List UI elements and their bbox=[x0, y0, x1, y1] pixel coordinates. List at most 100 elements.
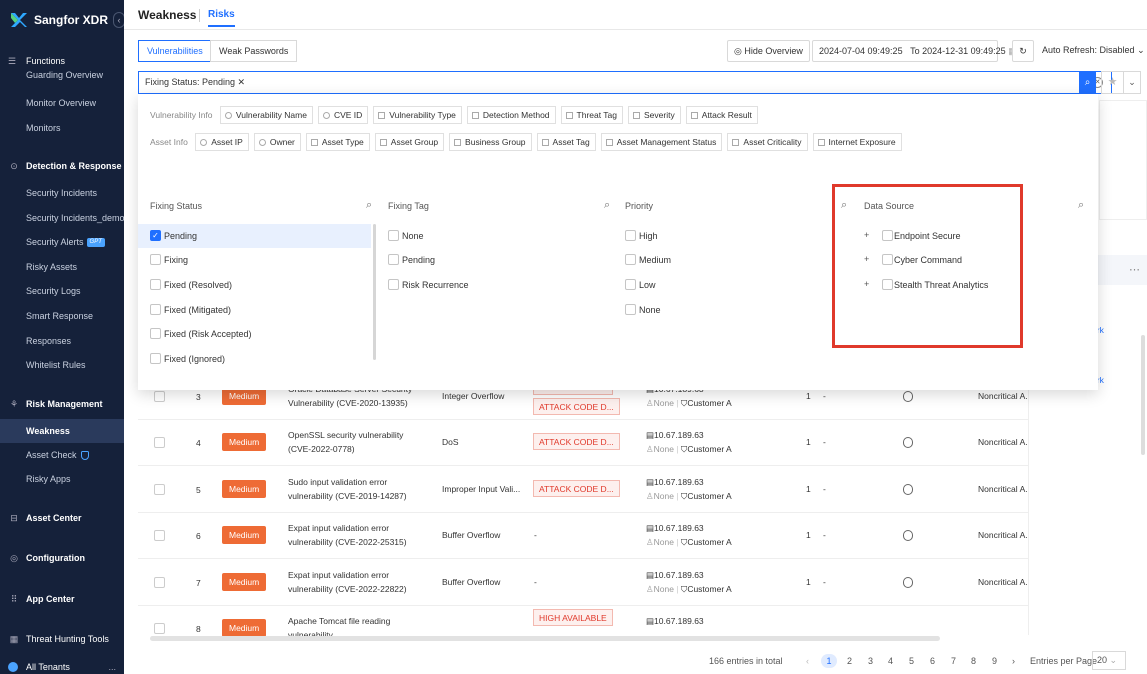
table-row[interactable]: 7 Medium Expat input validation error vuln… bbox=[138, 560, 1138, 606]
row-checkbox[interactable] bbox=[154, 530, 165, 541]
filter-detection-method[interactable]: Detection Method bbox=[466, 106, 556, 124]
search-icon[interactable]: ⌕ bbox=[841, 199, 847, 212]
option-priority-none[interactable]: None bbox=[613, 298, 661, 322]
filter-asset-criticality[interactable]: Asset Criticality bbox=[727, 133, 808, 151]
checkbox[interactable] bbox=[150, 254, 161, 265]
option-tag-none[interactable]: None bbox=[376, 224, 424, 248]
column-settings-icon[interactable]: ⋯ bbox=[1129, 263, 1140, 276]
vulnerability-name[interactable]: Expat input validation error vulnerabili… bbox=[288, 568, 428, 596]
option-tag-pending[interactable]: Pending bbox=[376, 248, 435, 272]
checkbox[interactable] bbox=[625, 304, 636, 315]
option-fixed-risk-accepted[interactable]: Fixed (Risk Accepted) bbox=[138, 322, 252, 346]
filter-chip-fixing-status[interactable]: Fixing Status: Pending ✕ bbox=[145, 77, 245, 88]
filter-asset-group[interactable]: Asset Group bbox=[374, 133, 445, 151]
sidebar-item-security-incidents[interactable]: Security Incidents bbox=[0, 181, 124, 205]
filter-attack-result[interactable]: Attack Result bbox=[685, 106, 758, 124]
search-icon[interactable]: ⌕ bbox=[1078, 199, 1084, 212]
option-fixed-mitigated[interactable]: Fixed (Mitigated) bbox=[138, 298, 231, 322]
filter-owner[interactable]: Owner bbox=[253, 133, 301, 151]
tenant-selector[interactable]: All Tenants... bbox=[0, 660, 124, 674]
entries-per-page-select[interactable]: 20 ⌄ bbox=[1092, 651, 1126, 670]
sidebar-item-risky-assets[interactable]: Risky Assets bbox=[0, 255, 124, 279]
filter-search-bar[interactable]: Fixing Status: Pending ✕ ✕ bbox=[138, 71, 1112, 94]
filter-asset-tag[interactable]: Asset Tag bbox=[536, 133, 596, 151]
row-checkbox[interactable] bbox=[154, 623, 165, 634]
sidebar-item-monitor-overview[interactable]: Monitor Overview bbox=[0, 91, 124, 115]
checkbox[interactable] bbox=[150, 304, 161, 315]
horizontal-scrollbar[interactable] bbox=[150, 636, 940, 641]
date-range-picker[interactable]: 2024-07-04 09:49:25 To 2024-12-31 09:49:… bbox=[812, 40, 1017, 62]
section-detection-response[interactable]: ⊙ Detection & Response bbox=[0, 154, 124, 178]
option-priority-high[interactable]: High bbox=[613, 224, 658, 248]
row-checkbox[interactable] bbox=[154, 484, 165, 495]
app-logo[interactable]: Sangfor XDR bbox=[10, 10, 108, 30]
option-source-endpoint-secure[interactable]: + Endpoint Secure bbox=[836, 224, 961, 248]
option-fixed-resolved[interactable]: Fixed (Resolved) bbox=[138, 273, 232, 297]
tab-risks[interactable]: Risks bbox=[208, 9, 235, 27]
checkbox[interactable] bbox=[388, 254, 399, 265]
checkbox[interactable] bbox=[150, 279, 161, 290]
option-priority-medium[interactable]: Medium bbox=[613, 248, 671, 272]
vulnerability-name[interactable]: Expat input validation error vulnerabili… bbox=[288, 521, 428, 549]
expand-icon[interactable]: + bbox=[864, 255, 871, 264]
more-dropdown-button[interactable]: ⌄ bbox=[1123, 71, 1141, 94]
section-app-center[interactable]: ⠿ App Center bbox=[0, 587, 124, 611]
sidebar-item-smart-response[interactable]: Smart Response bbox=[0, 304, 124, 328]
checkbox[interactable] bbox=[388, 279, 399, 290]
sidebar-item-weakness[interactable]: Weakness bbox=[0, 419, 124, 443]
filter-asset-management-status[interactable]: Asset Management Status bbox=[600, 133, 723, 151]
table-row[interactable]: 4 Medium OpenSSL security vulnerability (C… bbox=[138, 420, 1138, 466]
page-4[interactable]: 4 bbox=[888, 654, 893, 668]
page-6[interactable]: 6 bbox=[930, 654, 935, 668]
page-3[interactable]: 3 bbox=[868, 654, 873, 668]
sidebar-item-guarding-overview[interactable]: Guarding Overview bbox=[0, 66, 124, 84]
option-pending[interactable]: ✓ Pending bbox=[138, 224, 371, 248]
section-asset-center[interactable]: ⊟ Asset Center bbox=[0, 506, 124, 530]
sidebar-item-monitors[interactable]: Monitors bbox=[0, 116, 124, 140]
page-9[interactable]: 9 bbox=[992, 654, 997, 668]
vulnerability-name[interactable]: OpenSSL security vulnerability (CVE-2022… bbox=[288, 428, 428, 456]
tab-vulnerabilities[interactable]: Vulnerabilities bbox=[138, 40, 212, 62]
section-risk-management[interactable]: ⚘ Risk Management bbox=[0, 392, 124, 416]
checkbox[interactable] bbox=[625, 230, 636, 241]
sidebar-item-security-logs[interactable]: Security Logs bbox=[0, 279, 124, 303]
option-source-cyber-command[interactable]: + Cyber Command bbox=[836, 248, 962, 272]
refresh-button[interactable]: ↻ bbox=[1012, 40, 1034, 62]
favorite-button[interactable]: ★ bbox=[1101, 71, 1124, 94]
page-7[interactable]: 7 bbox=[951, 654, 956, 668]
table-row[interactable]: 5 Medium Sudo input validation error vulne… bbox=[138, 467, 1138, 513]
more-icon[interactable]: ... bbox=[108, 660, 116, 674]
vulnerability-name[interactable]: Sudo input validation error vulnerabilit… bbox=[288, 475, 428, 503]
checkbox[interactable] bbox=[882, 254, 893, 265]
checkbox[interactable] bbox=[882, 279, 893, 290]
table-row[interactable]: 8 Medium Apache Tomcat file reading vulner… bbox=[138, 606, 1138, 652]
checkbox-checked[interactable]: ✓ bbox=[150, 230, 161, 241]
tab-weak-passwords[interactable]: Weak Passwords bbox=[210, 40, 298, 62]
sidebar-item-security-alerts[interactable]: Security Alerts GPT bbox=[0, 230, 124, 254]
filter-severity[interactable]: Severity bbox=[628, 106, 681, 124]
filter-cve-id[interactable]: CVE ID bbox=[317, 106, 369, 124]
page-5[interactable]: 5 bbox=[909, 654, 914, 668]
search-button[interactable]: ⌕ bbox=[1079, 71, 1096, 94]
filter-vulnerability-name[interactable]: Vulnerability Name bbox=[219, 106, 313, 124]
expand-icon[interactable]: + bbox=[864, 231, 871, 240]
section-threat-hunting-tools[interactable]: ▦ Threat Hunting Tools bbox=[0, 627, 124, 651]
auto-refresh-dropdown[interactable]: Auto Refresh: Disabled ⌄ bbox=[1036, 40, 1145, 62]
checkbox[interactable] bbox=[625, 254, 636, 265]
option-tag-risk-recurrence[interactable]: Risk Recurrence bbox=[376, 273, 469, 297]
table-row[interactable]: 6 Medium Expat input validation error vuln… bbox=[138, 513, 1138, 559]
row-checkbox[interactable] bbox=[154, 437, 165, 448]
checkbox[interactable] bbox=[882, 230, 893, 241]
sidebar-item-whitelist-rules[interactable]: Whitelist Rules bbox=[0, 353, 124, 377]
prev-page-icon[interactable]: ‹ bbox=[806, 654, 809, 668]
filter-vulnerability-type[interactable]: Vulnerability Type bbox=[373, 106, 462, 124]
search-icon[interactable]: ⌕ bbox=[366, 199, 372, 212]
sidebar-item-security-incidents-demo[interactable]: Security Incidents_demo bbox=[0, 206, 124, 230]
page-2[interactable]: 2 bbox=[847, 654, 852, 668]
option-source-stealth-threat-analytics[interactable]: + Stealth Threat Analytics bbox=[836, 273, 988, 297]
vertical-scrollbar[interactable] bbox=[1141, 335, 1145, 455]
page-8[interactable]: 8 bbox=[971, 654, 976, 668]
checkbox[interactable] bbox=[625, 279, 636, 290]
section-configuration[interactable]: ◎ Configuration bbox=[0, 546, 124, 570]
option-fixed-ignored[interactable]: Fixed (Ignored) bbox=[138, 347, 225, 371]
